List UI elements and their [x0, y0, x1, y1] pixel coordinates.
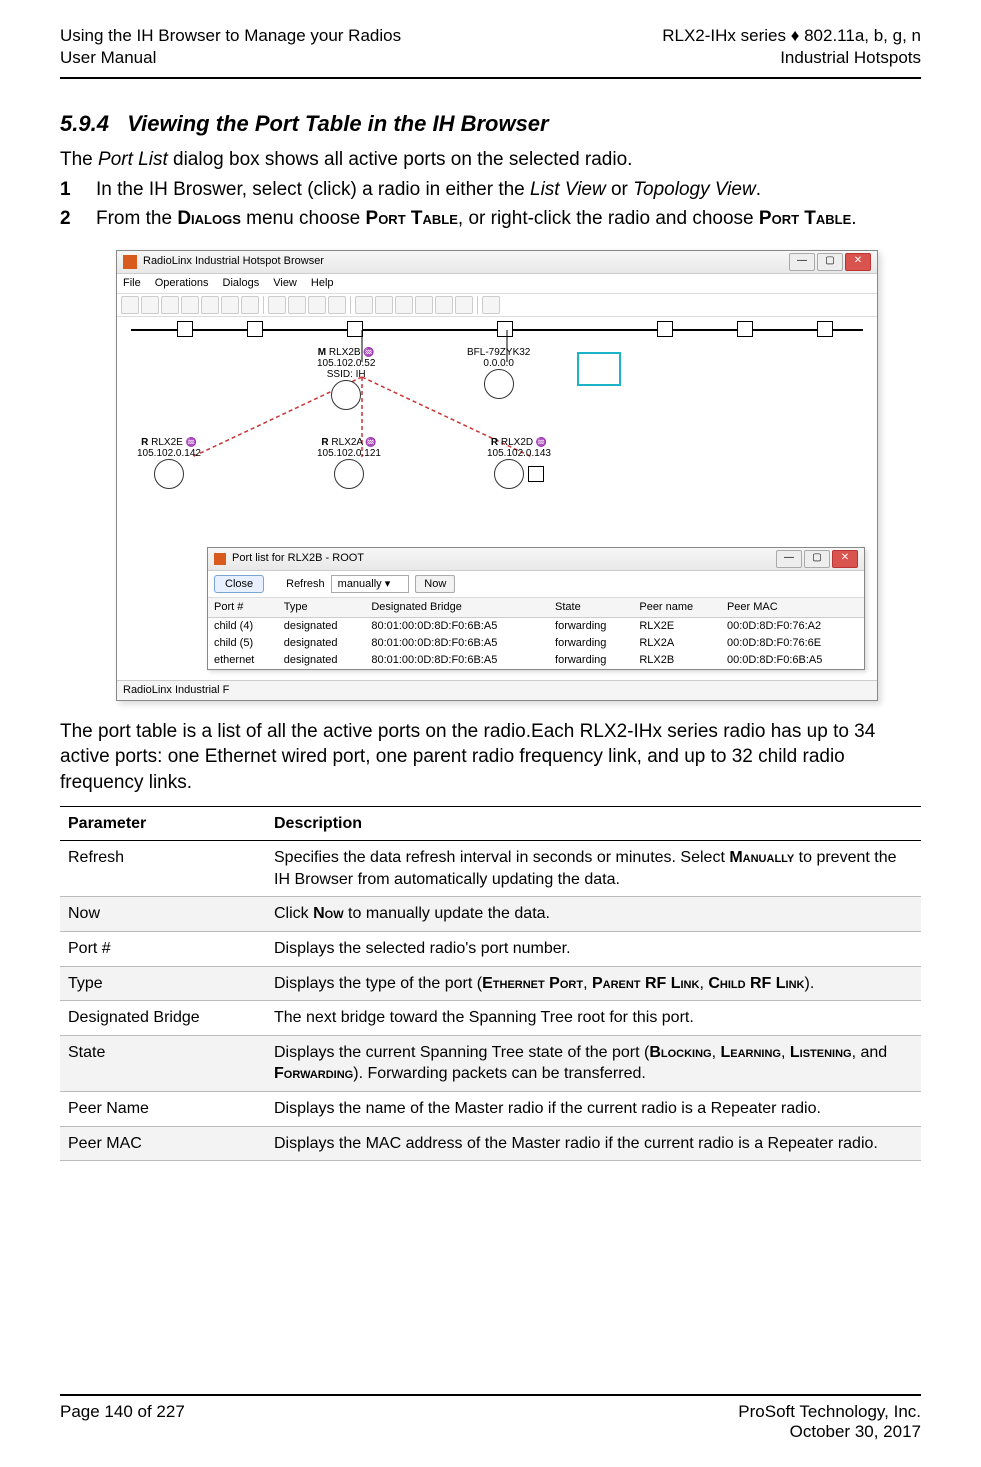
toolbar-icon[interactable] [268, 296, 286, 314]
window-title: RadioLinx Industrial Hotspot Browser [143, 254, 324, 269]
toolbar-icon[interactable] [121, 296, 139, 314]
page-footer: Page 140 of 227 ProSoft Technology, Inc.… [60, 1394, 921, 1442]
port-table: Port # Type Designated Bridge State Peer… [208, 598, 864, 668]
table-row: Peer MAC Displays the MAC address of the… [60, 1126, 921, 1161]
table-row: Refresh Specifies the data refresh inter… [60, 841, 921, 897]
toolbar-icon[interactable] [435, 296, 453, 314]
col-bridge[interactable]: Designated Bridge [365, 598, 549, 617]
section-title: 5.9.4 Viewing the Port Table in the IH B… [60, 109, 921, 139]
header-left-2: User Manual [60, 47, 401, 69]
refresh-label: Refresh [286, 577, 325, 592]
port-list-term: Port List [98, 149, 168, 170]
port-list-title: Port list for RLX2B - ROOT [232, 551, 364, 566]
ih-browser-screenshot: RadioLinx Industrial Hotspot Browser — ▢… [116, 250, 878, 701]
toolbar-icon[interactable] [201, 296, 219, 314]
node-master[interactable]: M RLX2B ♒ 105.102.0.52 SSID: IH [317, 347, 375, 410]
table-row: Port # Displays the selected radio's por… [60, 932, 921, 967]
toolbar-icon[interactable] [221, 296, 239, 314]
footer-date: October 30, 2017 [738, 1422, 921, 1442]
table-row[interactable]: child (4) designated 80:01:00:0D:8D:F0:6… [208, 618, 864, 635]
table-row: Type Displays the type of the port (Ethe… [60, 966, 921, 1001]
close-button[interactable]: ✕ [832, 550, 858, 568]
col-peer-name[interactable]: Peer name [633, 598, 721, 617]
page-number: Page 140 of 227 [60, 1402, 185, 1442]
step-2: 2 From the Dialogs menu choose Port Tabl… [60, 206, 921, 232]
toolbar-separator [350, 296, 351, 314]
table-row: Peer Name Displays the name of the Maste… [60, 1091, 921, 1126]
table-row[interactable]: child (5) designated 80:01:00:0D:8D:F0:6… [208, 635, 864, 652]
toolbar-icon[interactable] [308, 296, 326, 314]
menu-bar: File Operations Dialogs View Help [117, 274, 877, 294]
table-row[interactable]: ethernet designated 80:01:00:0D:8D:F0:6B… [208, 652, 864, 669]
app-icon [123, 255, 137, 269]
toolbar-icon[interactable] [355, 296, 373, 314]
parameter-table: Parameter Description Refresh Specifies … [60, 806, 921, 1162]
toolbar-icon[interactable] [181, 296, 199, 314]
maximize-button[interactable]: ▢ [817, 253, 843, 271]
close-button[interactable]: ✕ [845, 253, 871, 271]
help-icon[interactable] [482, 296, 500, 314]
toolbar-separator [477, 296, 478, 314]
step-number: 1 [60, 177, 96, 203]
toolbar-icon[interactable] [141, 296, 159, 314]
maximize-button[interactable]: ▢ [804, 550, 830, 568]
section-number: 5.9.4 [60, 111, 109, 136]
col-state[interactable]: State [549, 598, 633, 617]
menu-dialogs[interactable]: Dialogs [223, 276, 260, 291]
table-row: Now Click Now to manually update the dat… [60, 897, 921, 932]
after-image-paragraph: The port table is a list of all the acti… [60, 719, 921, 796]
header-left-1: Using the IH Browser to Manage your Radi… [60, 25, 401, 47]
refresh-select[interactable]: manually ▾ [331, 575, 410, 594]
minimize-button[interactable]: — [789, 253, 815, 271]
toolbar-icon[interactable] [415, 296, 433, 314]
toolbar-icon[interactable] [395, 296, 413, 314]
col-port[interactable]: Port # [208, 598, 278, 617]
menu-view[interactable]: View [273, 276, 297, 291]
close-button-inner[interactable]: Close [214, 575, 264, 594]
table-row: Designated Bridge The next bridge toward… [60, 1001, 921, 1036]
step-1: 1 In the IH Broswer, select (click) a ra… [60, 177, 921, 203]
header-right-2: Industrial Hotspots [662, 47, 921, 69]
now-button[interactable]: Now [415, 575, 455, 594]
toolbar-icon[interactable] [328, 296, 346, 314]
toolbar-icon[interactable] [288, 296, 306, 314]
col-peer-mac[interactable]: Peer MAC [721, 598, 864, 617]
param-header: Parameter [60, 806, 266, 841]
selected-node-highlight [577, 352, 621, 386]
toolbar-icon[interactable] [375, 296, 393, 314]
node-repeater[interactable]: R RLX2D ♒ 105.102.0.143 [487, 437, 551, 489]
menu-file[interactable]: File [123, 276, 141, 291]
window-titlebar: RadioLinx Industrial Hotspot Browser — ▢… [117, 251, 877, 274]
step-number: 2 [60, 206, 96, 232]
node-repeater[interactable]: R RLX2E ♒ 105.102.0.142 [137, 437, 201, 489]
toolbar-icon[interactable] [161, 296, 179, 314]
toolbar [117, 294, 877, 317]
node-bfl[interactable]: BFL-79ZYK32 0.0.0.0 [467, 347, 530, 399]
port-list-window: Port list for RLX2B - ROOT — ▢ ✕ Close R… [207, 547, 865, 670]
desc-header: Description [266, 806, 921, 841]
table-row: State Displays the current Spanning Tree… [60, 1035, 921, 1091]
col-type[interactable]: Type [278, 598, 366, 617]
page-header: Using the IH Browser to Manage your Radi… [60, 25, 921, 79]
minimize-button[interactable]: — [776, 550, 802, 568]
section-heading: Viewing the Port Table in the IH Browser [127, 111, 548, 136]
app-icon [214, 553, 226, 565]
node-repeater[interactable]: R RLX2A ♒ 105.102.0.121 [317, 437, 381, 489]
toolbar-separator [263, 296, 264, 314]
topology-canvas: M RLX2B ♒ 105.102.0.52 SSID: IH BFL-79ZY… [117, 317, 877, 547]
status-bar: RadioLinx Industrial F [117, 680, 877, 700]
toolbar-icon[interactable] [455, 296, 473, 314]
menu-operations[interactable]: Operations [155, 276, 209, 291]
header-right-1: RLX2-IHx series ♦ 802.11a, b, g, n [662, 25, 921, 47]
footer-company: ProSoft Technology, Inc. [738, 1402, 921, 1422]
intro-paragraph: The Port List dialog box shows all activ… [60, 147, 921, 173]
menu-help[interactable]: Help [311, 276, 334, 291]
toolbar-icon[interactable] [241, 296, 259, 314]
